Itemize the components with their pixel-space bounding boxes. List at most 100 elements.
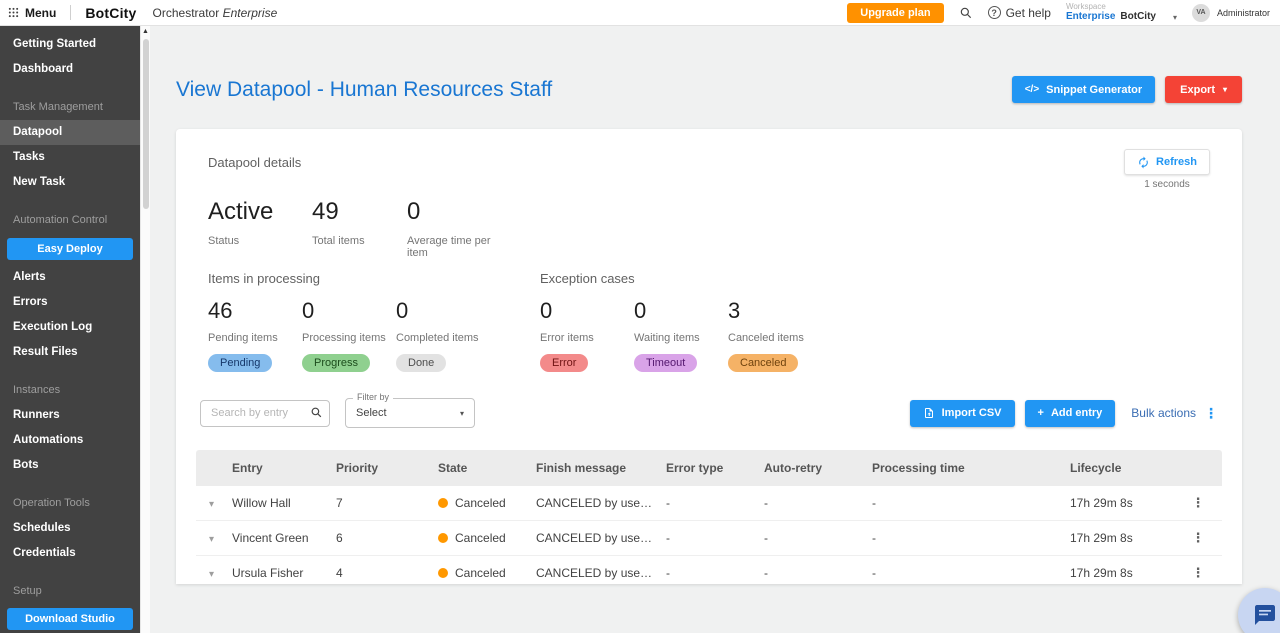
canceled-count-label: Canceled items [728, 332, 822, 344]
app-window: Menu BotCity Orchestrator Enterprise Upg… [0, 0, 1280, 633]
sidebar-item-alerts[interactable]: Alerts [0, 265, 140, 290]
column-header-priority[interactable]: Priority [336, 461, 438, 475]
finish-message-cell: CANCELED by user requ... [536, 531, 666, 545]
processing-heading: Items in processing [208, 271, 490, 286]
sidebar-item-dashboard[interactable]: Dashboard [0, 57, 140, 82]
state-dot-canceled [438, 498, 448, 508]
page-title: View Datapool - Human Resources Staff [176, 78, 552, 102]
column-header-lifecycle[interactable]: Lifecycle [1070, 461, 1174, 475]
easy-deploy-button[interactable]: Easy Deploy [7, 238, 133, 260]
export-button[interactable]: Export ▾ [1165, 76, 1242, 103]
search-icon[interactable] [310, 406, 323, 424]
table-header: Entry Priority State Finish message Erro… [196, 450, 1222, 486]
canceled-counter: 3 Canceled items Canceled [728, 298, 822, 372]
menu-button[interactable]: Menu [25, 6, 56, 20]
user-role-label: Administrator [1217, 8, 1270, 18]
column-header-entry[interactable]: Entry [232, 461, 336, 475]
get-help-button[interactable]: ? Get help [988, 6, 1051, 20]
expand-row-icon[interactable]: ▾ [196, 569, 214, 580]
priority-cell: 4 [336, 566, 438, 580]
import-csv-button[interactable]: Import CSV [910, 400, 1015, 427]
main-content: View Datapool - Human Resources Staff </… [150, 26, 1280, 633]
scroll-up-icon[interactable]: ▲ [142, 26, 149, 37]
sidebar-item-automations[interactable]: Automations [0, 427, 140, 452]
search-icon[interactable] [959, 6, 973, 20]
processing-time-cell: - [872, 566, 1070, 580]
sidebar-item-execution-log[interactable]: Execution Log [0, 315, 140, 340]
column-header-auto-retry[interactable]: Auto-retry [764, 461, 872, 475]
total-items-label: Total items [312, 235, 407, 247]
user-avatar[interactable]: VA [1192, 4, 1210, 22]
add-entry-button[interactable]: + Add entry [1025, 400, 1116, 427]
row-menu-icon[interactable]: ⋮ [1192, 530, 1205, 545]
workspace-selector[interactable]: Workspace Enterprise BotCity ▾ [1066, 2, 1177, 23]
table-row: ▾ Willow Hall 7 Canceled CANCELED by use… [196, 486, 1222, 521]
sidebar: Getting Started Dashboard Task Managemen… [0, 26, 140, 633]
lifecycle-cell: 17h 29m 8s [1070, 566, 1174, 580]
canceled-badge: Canceled [728, 354, 798, 372]
expand-row-icon[interactable]: ▾ [196, 534, 214, 545]
workspace-label: Workspace [1066, 2, 1177, 11]
get-help-label: Get help [1006, 6, 1051, 20]
state-cell: Canceled [438, 566, 536, 580]
error-count-label: Error items [540, 332, 634, 344]
column-header-finish-message[interactable]: Finish message [536, 461, 666, 475]
priority-cell: 7 [336, 496, 438, 510]
sidebar-item-datapool[interactable]: Datapool [0, 120, 140, 145]
sidebar-item-bots[interactable]: Bots [0, 452, 140, 477]
error-type-cell: - [666, 566, 764, 580]
sidebar-section-instances: Instances [0, 377, 140, 402]
sidebar-section-setup: Setup [0, 578, 140, 603]
finish-message-cell: CANCELED by user requ... [536, 496, 666, 510]
waiting-counter: 0 Waiting items Timeout [634, 298, 728, 372]
file-upload-icon [923, 407, 935, 419]
filter-by-label: Filter by [353, 392, 393, 402]
refresh-icon [1137, 156, 1150, 169]
sidebar-item-getting-started[interactable]: Getting Started [0, 32, 140, 57]
bulk-actions-menu-icon[interactable]: ⋮ [1204, 405, 1218, 422]
upgrade-plan-button[interactable]: Upgrade plan [847, 3, 943, 23]
sidebar-item-result-files[interactable]: Result Files [0, 340, 140, 365]
sidebar-item-tasks[interactable]: Tasks [0, 145, 140, 170]
refresh-button[interactable]: Refresh [1124, 149, 1210, 175]
sidebar-item-runners[interactable]: Runners [0, 402, 140, 427]
sidebar-item-errors[interactable]: Errors [0, 290, 140, 315]
sidebar-scrollbar[interactable]: ▲ [140, 26, 150, 633]
state-cell: Canceled [438, 531, 536, 545]
column-header-state[interactable]: State [438, 461, 536, 475]
filter-row: Filter by Select ▾ Import CSV + Add entr… [196, 398, 1222, 428]
lifecycle-cell: 17h 29m 8s [1070, 531, 1174, 545]
topbar-divider [70, 5, 71, 20]
canceled-count: 3 [728, 298, 822, 324]
scrollbar-thumb[interactable] [143, 39, 149, 209]
sidebar-item-credentials[interactable]: Credentials [0, 540, 140, 565]
column-header-error-type[interactable]: Error type [666, 461, 764, 475]
sidebar-item-new-task[interactable]: New Task [0, 170, 140, 195]
auto-retry-cell: - [764, 496, 872, 510]
sidebar-item-schedules[interactable]: Schedules [0, 515, 140, 540]
entry-cell: Willow Hall [232, 496, 336, 510]
chevron-down-icon: ▾ [1173, 13, 1177, 22]
processing-time-cell: - [872, 496, 1070, 510]
finish-message-cell: CANCELED by user requ... [536, 566, 666, 580]
row-menu-icon[interactable]: ⋮ [1192, 495, 1205, 510]
botcity-logo[interactable]: BotCity [85, 5, 136, 21]
waiting-count-label: Waiting items [634, 332, 728, 344]
row-menu-icon[interactable]: ⋮ [1192, 565, 1205, 580]
snippet-generator-button[interactable]: </> Snippet Generator [1012, 76, 1155, 103]
expand-row-icon[interactable]: ▾ [196, 499, 214, 510]
download-studio-button[interactable]: Download Studio [7, 608, 133, 630]
refresh-interval-label: 1 seconds [1124, 179, 1210, 190]
apps-grid-icon[interactable] [8, 7, 19, 18]
bulk-actions-button[interactable]: Bulk actions ⋮ [1131, 405, 1218, 422]
items-in-processing-group: Items in processing 46 Pending items Pen… [208, 271, 490, 372]
bulk-actions-label: Bulk actions [1131, 406, 1196, 420]
sidebar-section-automation-control: Automation Control [0, 208, 140, 233]
processing-counter: 0 Processing items Progress [302, 298, 396, 372]
auto-retry-cell: - [764, 531, 872, 545]
column-header-processing-time[interactable]: Processing time [872, 461, 1070, 475]
product-name: Orchestrator Enterprise [153, 6, 278, 20]
error-badge: Error [540, 354, 588, 372]
timeout-badge: Timeout [634, 354, 697, 372]
filter-by-select[interactable]: Filter by Select ▾ [345, 398, 475, 428]
